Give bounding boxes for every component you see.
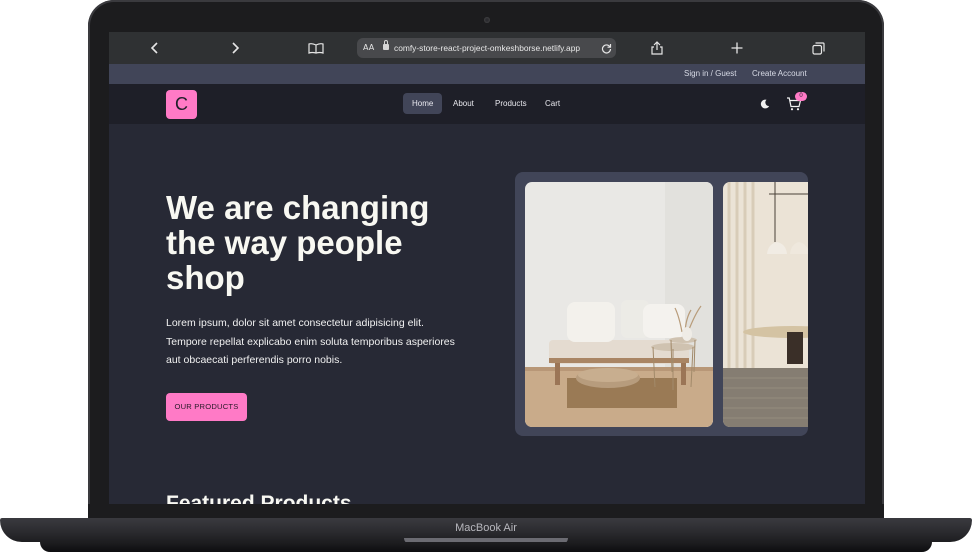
our-products-button[interactable]: OUR PRODUCTS (166, 393, 247, 421)
share-icon[interactable] (646, 32, 668, 64)
signin-link[interactable]: Sign in / Guest (684, 64, 736, 84)
camera-icon (484, 17, 490, 23)
featured-products-heading: Featured Products (166, 492, 352, 504)
bookmarks-icon[interactable] (305, 32, 327, 64)
moon-icon[interactable] (760, 99, 770, 109)
screen: AA comfy-store-react-project-omkeshborse… (109, 32, 865, 504)
nav-link-about[interactable]: About (444, 93, 483, 114)
hero-description: Lorem ipsum, dolor sit amet consectetur … (166, 317, 455, 366)
reader-button[interactable]: AA (363, 38, 374, 58)
reload-icon[interactable] (601, 38, 612, 58)
nav-link-products[interactable]: Products (486, 93, 536, 114)
carousel-image-sofa (525, 182, 713, 427)
cart-count-badge: 0 (795, 92, 807, 101)
new-tab-icon[interactable] (726, 32, 748, 64)
lock-icon (383, 40, 389, 50)
nav-link-home[interactable]: Home (403, 93, 443, 114)
screen-bezel (88, 504, 884, 518)
hero-carousel[interactable] (515, 172, 808, 436)
topbar: Sign in / Guest Create Account (109, 64, 865, 84)
navbar: C Home About Products Cart 0 (109, 84, 865, 124)
forward-icon[interactable] (224, 32, 246, 64)
url-text[interactable]: comfy-store-react-project-omkeshborse.ne… (394, 38, 580, 58)
url-bar[interactable]: AA comfy-store-react-project-omkeshborse… (357, 38, 616, 58)
device-label: MacBook Air (455, 522, 517, 534)
logo-button[interactable]: C (166, 90, 197, 119)
nav-link-cart[interactable]: Cart (536, 93, 569, 114)
back-icon[interactable] (144, 32, 166, 64)
browser-toolbar: AA comfy-store-react-project-omkeshborse… (109, 32, 865, 64)
tabs-icon[interactable] (807, 32, 829, 64)
carousel-image-dining (723, 182, 808, 427)
hero-title: We are changing the way people shop (166, 189, 430, 296)
create-account-link[interactable]: Create Account (752, 64, 807, 84)
laptop-foot (40, 542, 932, 552)
